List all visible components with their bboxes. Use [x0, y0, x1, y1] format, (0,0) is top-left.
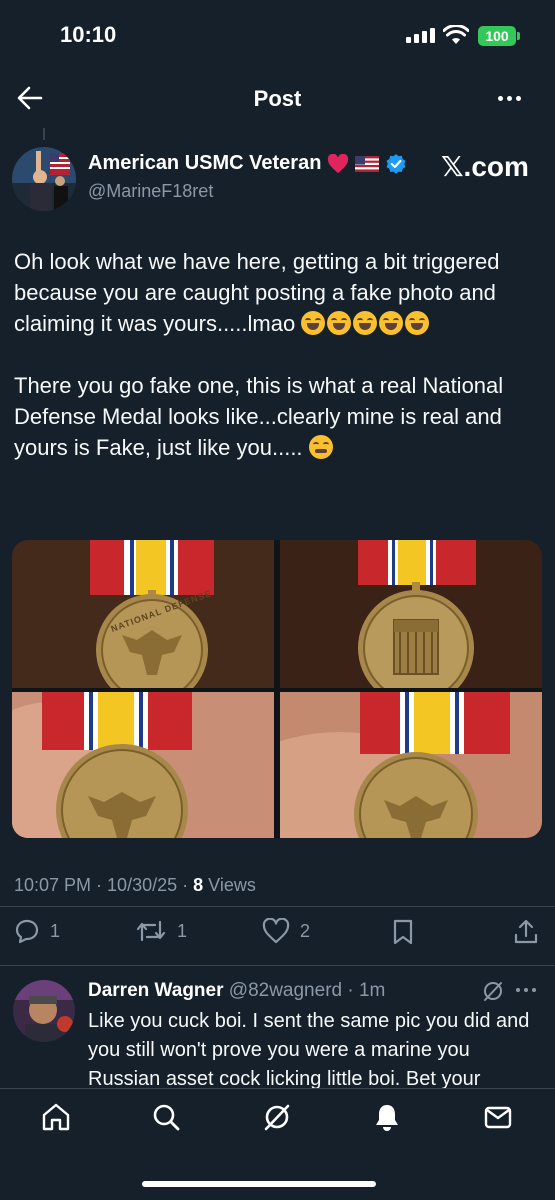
medal-photo-back[interactable]	[280, 540, 542, 688]
site-badge: 𝕏.com	[441, 151, 529, 182]
page-title: Post	[253, 86, 302, 111]
share-icon	[514, 919, 538, 944]
divider-bottom	[0, 965, 555, 966]
author-name[interactable]: American USMC Veteran	[88, 152, 407, 175]
medal-photo-front-2[interactable]	[12, 692, 274, 838]
battery-indicator: 100	[478, 26, 516, 46]
us-flag-icon	[355, 155, 380, 172]
verified-badge-icon	[386, 153, 406, 174]
cellular-signal-icon	[406, 28, 435, 43]
notifications-icon[interactable]	[371, 1101, 403, 1133]
laughing-emoji-icon	[379, 311, 404, 335]
bookmark-button[interactable]	[391, 918, 415, 946]
laughing-emoji-icon	[353, 311, 378, 335]
status-time: 10:10	[60, 22, 117, 47]
post-body: Oh look what we have here, getting a bit…	[14, 246, 544, 494]
medal-photo-front-1[interactable]: NATIONAL DEFENSE	[12, 540, 274, 688]
repost-count: 1	[177, 920, 188, 941]
like-count: 2	[300, 920, 311, 941]
post-paragraph-1: Oh look what we have here, getting a bit…	[14, 246, 544, 339]
repost-icon	[136, 920, 166, 942]
reply-icon	[15, 919, 39, 944]
post-media-grid[interactable]: NATIONAL DEFENSE	[12, 540, 542, 838]
medal-photo-front-3[interactable]	[280, 692, 542, 838]
grok-icon[interactable]	[482, 980, 504, 1002]
divider-top	[0, 906, 555, 907]
post-paragraph-2-text: There you go fake one, this is what a re…	[14, 373, 504, 460]
post-meta: 10:07 PM · 10/30/25 · 8 Views	[14, 875, 256, 896]
reply-header: Darren Wagner @82wagnerd · 1m	[88, 980, 385, 1002]
reply-avatar[interactable]	[13, 980, 75, 1042]
thread-connector	[43, 128, 45, 140]
reply-author-name[interactable]: Darren Wagner	[88, 980, 224, 1001]
author-name-text: American USMC Veteran	[88, 152, 322, 174]
more-options-icon[interactable]	[498, 96, 521, 101]
reply-handle-time[interactable]: @82wagnerd · 1m	[229, 980, 386, 1001]
home-indicator	[142, 1181, 376, 1187]
like-button[interactable]: 2	[262, 918, 310, 944]
wifi-icon	[443, 25, 469, 44]
laughing-emoji-icon	[327, 311, 352, 335]
views-count: 8	[193, 875, 204, 895]
red-heart-icon	[328, 153, 349, 173]
reply-button[interactable]: 1	[14, 918, 60, 944]
author-avatar[interactable]	[12, 147, 76, 211]
reply-text: Like you cuck boi. I sent the same pic y…	[88, 1010, 530, 1090]
repost-button[interactable]: 1	[135, 918, 187, 944]
reply-more-options-icon[interactable]	[516, 988, 536, 992]
heart-icon	[262, 918, 290, 944]
home-icon[interactable]	[40, 1101, 72, 1133]
grok-icon[interactable]	[261, 1101, 293, 1133]
views-label: Views	[208, 875, 256, 895]
battery-tip	[517, 32, 520, 40]
winking-emoji-icon	[308, 435, 333, 459]
laughing-emoji-icon	[301, 311, 326, 335]
post-timestamp: 10:07 PM · 10/30/25 ·	[14, 875, 194, 895]
messages-icon[interactable]	[482, 1101, 514, 1133]
post-paragraph-2: There you go fake one, this is what a re…	[14, 370, 544, 463]
reply-count: 1	[50, 920, 61, 941]
laughing-emoji-icon	[405, 311, 430, 335]
bookmark-icon	[393, 919, 413, 945]
share-button[interactable]	[512, 918, 540, 946]
search-icon[interactable]	[150, 1101, 182, 1133]
author-handle[interactable]: @MarineF18ret	[88, 181, 213, 202]
